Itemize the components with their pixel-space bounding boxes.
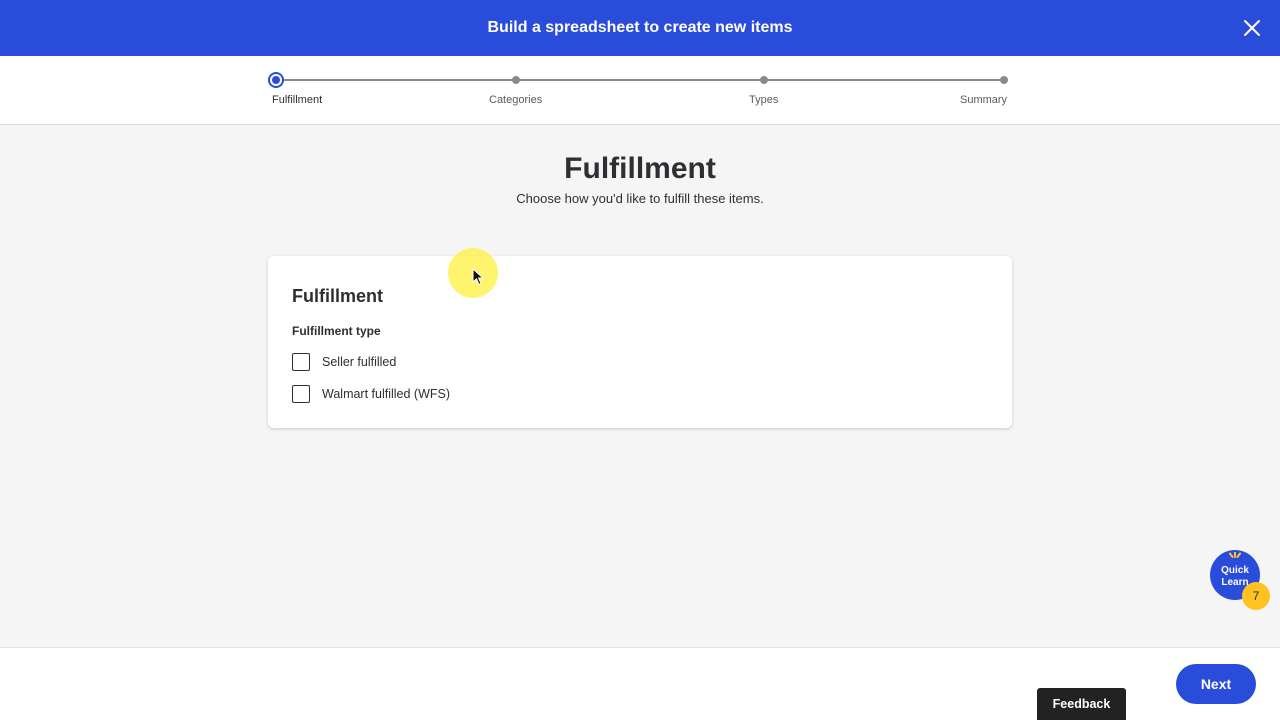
- walmart-fulfilled-option[interactable]: Walmart fulfilled (WFS): [292, 385, 450, 403]
- step-dot-summary: [1000, 76, 1008, 84]
- step-dot-categories: [512, 76, 520, 84]
- mouse-cursor-icon: [472, 268, 484, 286]
- step-label-types: Types: [749, 94, 779, 106]
- fulfillment-card: Fulfillment Fulfillment type Seller fulf…: [268, 256, 1012, 428]
- progress-stepper: Fulfillment Categories Types Summary: [0, 56, 1280, 125]
- walmart-fulfilled-checkbox[interactable]: [292, 385, 310, 403]
- seller-fulfilled-option[interactable]: Seller fulfilled: [292, 353, 396, 371]
- card-title: Fulfillment: [292, 286, 383, 306]
- fulfillment-type-label: Fulfillment type: [292, 324, 381, 338]
- top-bar: Build a spreadsheet to create new items: [0, 0, 1280, 56]
- feedback-button[interactable]: Feedback: [1037, 688, 1126, 720]
- page-subtitle: Choose how you'd like to fulfill these i…: [516, 191, 764, 206]
- seller-fulfilled-label: Seller fulfilled: [322, 355, 397, 369]
- close-icon[interactable]: [1240, 16, 1264, 40]
- stepper-track: [276, 79, 1004, 81]
- step-dot-types: [760, 76, 768, 84]
- step-dot-fulfillment: [268, 72, 284, 88]
- page-title: Fulfillment: [564, 152, 716, 185]
- step-label-categories: Categories: [489, 94, 543, 106]
- step-label-fulfillment: Fulfillment: [272, 94, 323, 106]
- next-button[interactable]: Next: [1176, 664, 1256, 704]
- walmart-fulfilled-label: Walmart fulfilled (WFS): [322, 387, 451, 401]
- step-label-summary: Summary: [960, 94, 1008, 106]
- quick-learn-count-badge: 7: [1242, 582, 1270, 610]
- seller-fulfilled-checkbox[interactable]: [292, 353, 310, 371]
- spark-icon: [1229, 552, 1241, 558]
- header-title: Build a spreadsheet to create new items: [487, 19, 793, 36]
